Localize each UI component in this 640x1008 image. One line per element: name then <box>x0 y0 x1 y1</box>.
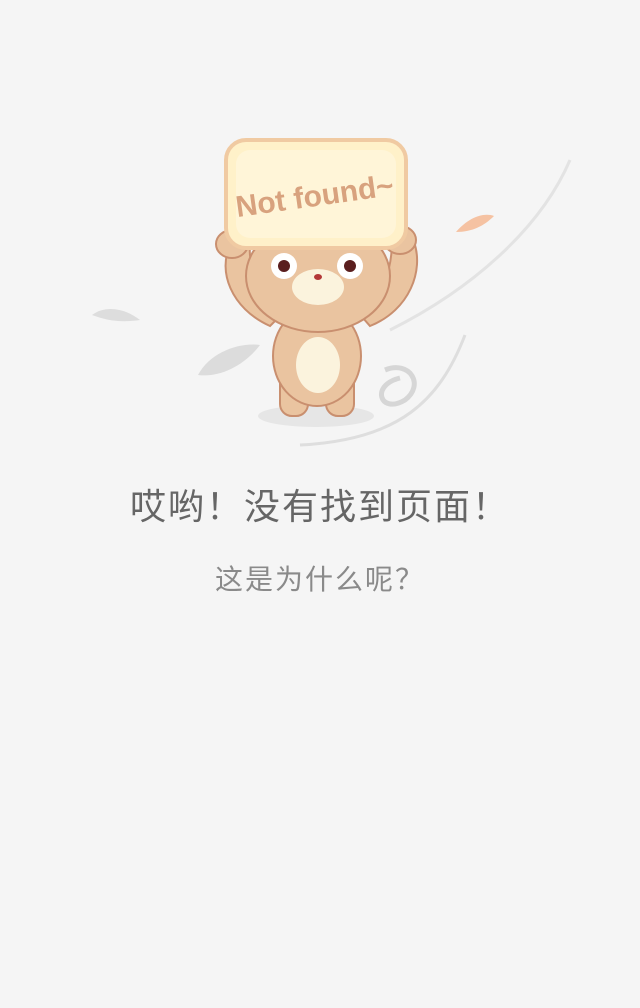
bear-belly <box>296 337 340 393</box>
leaf-left-icon <box>92 308 140 322</box>
bear-shadow <box>258 405 374 427</box>
leaf-mid-icon <box>198 344 260 376</box>
bear-left-pupil <box>278 260 290 272</box>
bear-right-pupil <box>344 260 356 272</box>
page-subtitle: 这是为什么呢？ <box>214 563 425 596</box>
leaf-peach-icon <box>456 214 494 232</box>
swoosh-loop <box>379 365 417 407</box>
page-title: 哎哟！没有找到页面！ <box>129 487 510 528</box>
not-found-page: Not found~ 哎哟！没有找到页面！ 这是为什么呢？ <box>0 0 640 1008</box>
bear-nose <box>314 274 322 280</box>
swoosh-line <box>389 159 572 332</box>
not-found-illustration: Not found~ <box>92 138 572 447</box>
